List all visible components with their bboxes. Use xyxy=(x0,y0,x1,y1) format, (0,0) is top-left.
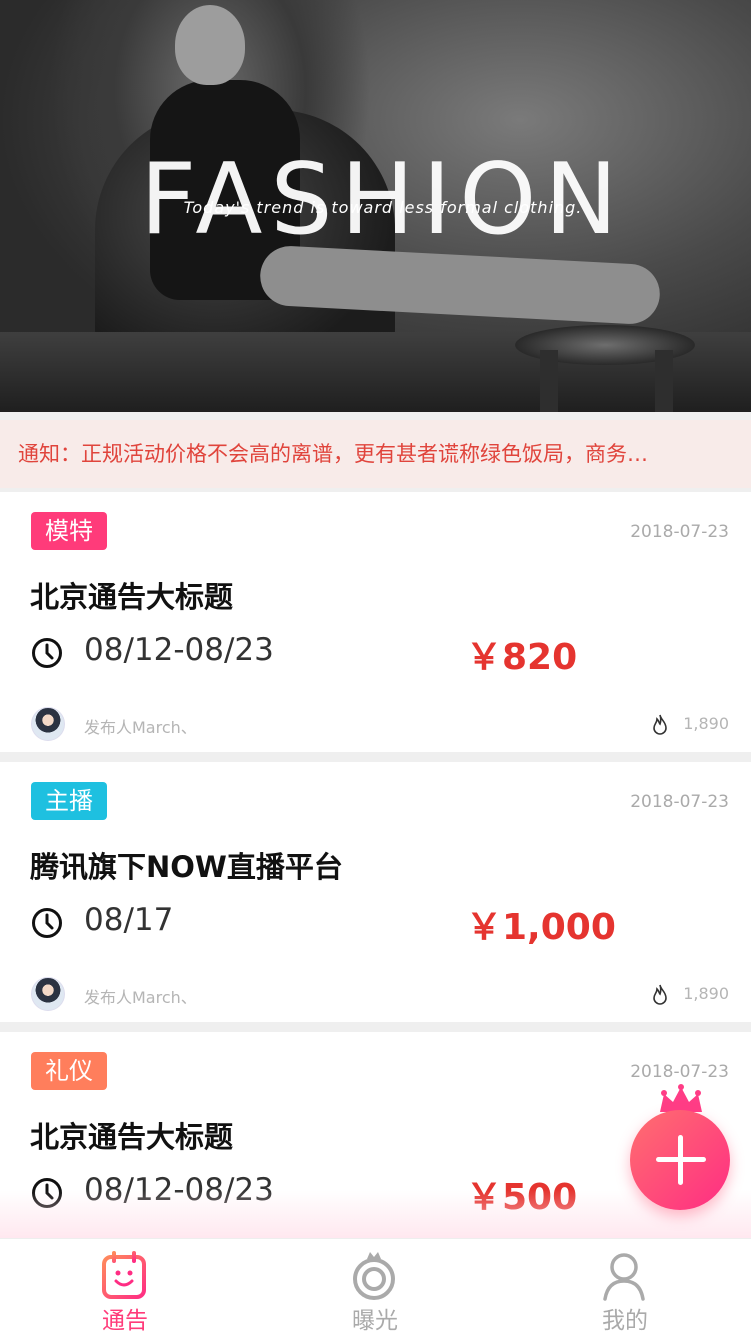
category-tag: 礼仪 xyxy=(31,1052,107,1090)
tab-label: 我的 xyxy=(602,1308,648,1334)
event-date-range: 08/12-08/23 xyxy=(84,632,274,668)
bottom-tab-bar: 通告 曝光 我的 xyxy=(0,1238,751,1336)
price: ￥820 xyxy=(466,637,578,678)
tab-exposure[interactable]: 曝光 xyxy=(250,1239,500,1336)
fire-icon xyxy=(653,714,667,735)
notice-icon xyxy=(102,1251,146,1299)
publisher-name: 发布人March、 xyxy=(84,718,197,737)
clock-icon xyxy=(32,638,62,668)
stool-leg xyxy=(655,350,673,412)
card-title: 北京通告大标题 xyxy=(30,1120,234,1154)
plus-icon xyxy=(678,1135,683,1185)
view-count: 1,890 xyxy=(683,984,729,1003)
announcement-card[interactable]: 模特 2018-07-23 北京通告大标题 08/12-08/23 ￥820 发… xyxy=(0,492,751,752)
view-count: 1,890 xyxy=(683,714,729,733)
model-head xyxy=(175,5,245,85)
avatar xyxy=(31,707,65,741)
post-date: 2018-07-23 xyxy=(630,1062,729,1082)
event-date: 08/17 xyxy=(84,902,174,938)
category-tag: 主播 xyxy=(31,782,107,820)
publisher-name: 发布人March、 xyxy=(84,988,197,1007)
tab-label: 曝光 xyxy=(352,1308,398,1334)
price: ￥1,000 xyxy=(466,907,616,948)
fashion-banner[interactable]: FASHION Today's trend is toward less for… xyxy=(0,0,751,412)
post-date: 2018-07-23 xyxy=(630,522,729,542)
clock-icon xyxy=(32,908,62,938)
avatar xyxy=(31,977,65,1011)
tab-label: 通告 xyxy=(102,1308,148,1334)
card-title: 腾讯旗下NOW直播平台 xyxy=(30,850,343,884)
fire-icon xyxy=(653,984,667,1005)
profile-icon xyxy=(603,1253,645,1301)
tab-profile[interactable]: 我的 xyxy=(500,1239,750,1336)
notice-bar[interactable]: 通知：正规活动价格不会高的离谱，更有甚者谎称绿色饭局，商务… xyxy=(0,420,751,488)
announcement-card[interactable]: 主播 2018-07-23 腾讯旗下NOW直播平台 08/17 ￥1,000 发… xyxy=(0,762,751,1022)
post-date: 2018-07-23 xyxy=(630,792,729,812)
exposure-icon xyxy=(353,1252,395,1300)
category-tag: 模特 xyxy=(31,512,107,550)
stool-leg xyxy=(540,350,558,412)
tab-notice[interactable]: 通告 xyxy=(0,1239,250,1336)
tabbar-fade xyxy=(0,1190,751,1240)
banner-subtitle: Today's trend is toward less formal clot… xyxy=(183,198,583,217)
card-title: 北京通告大标题 xyxy=(30,580,234,614)
